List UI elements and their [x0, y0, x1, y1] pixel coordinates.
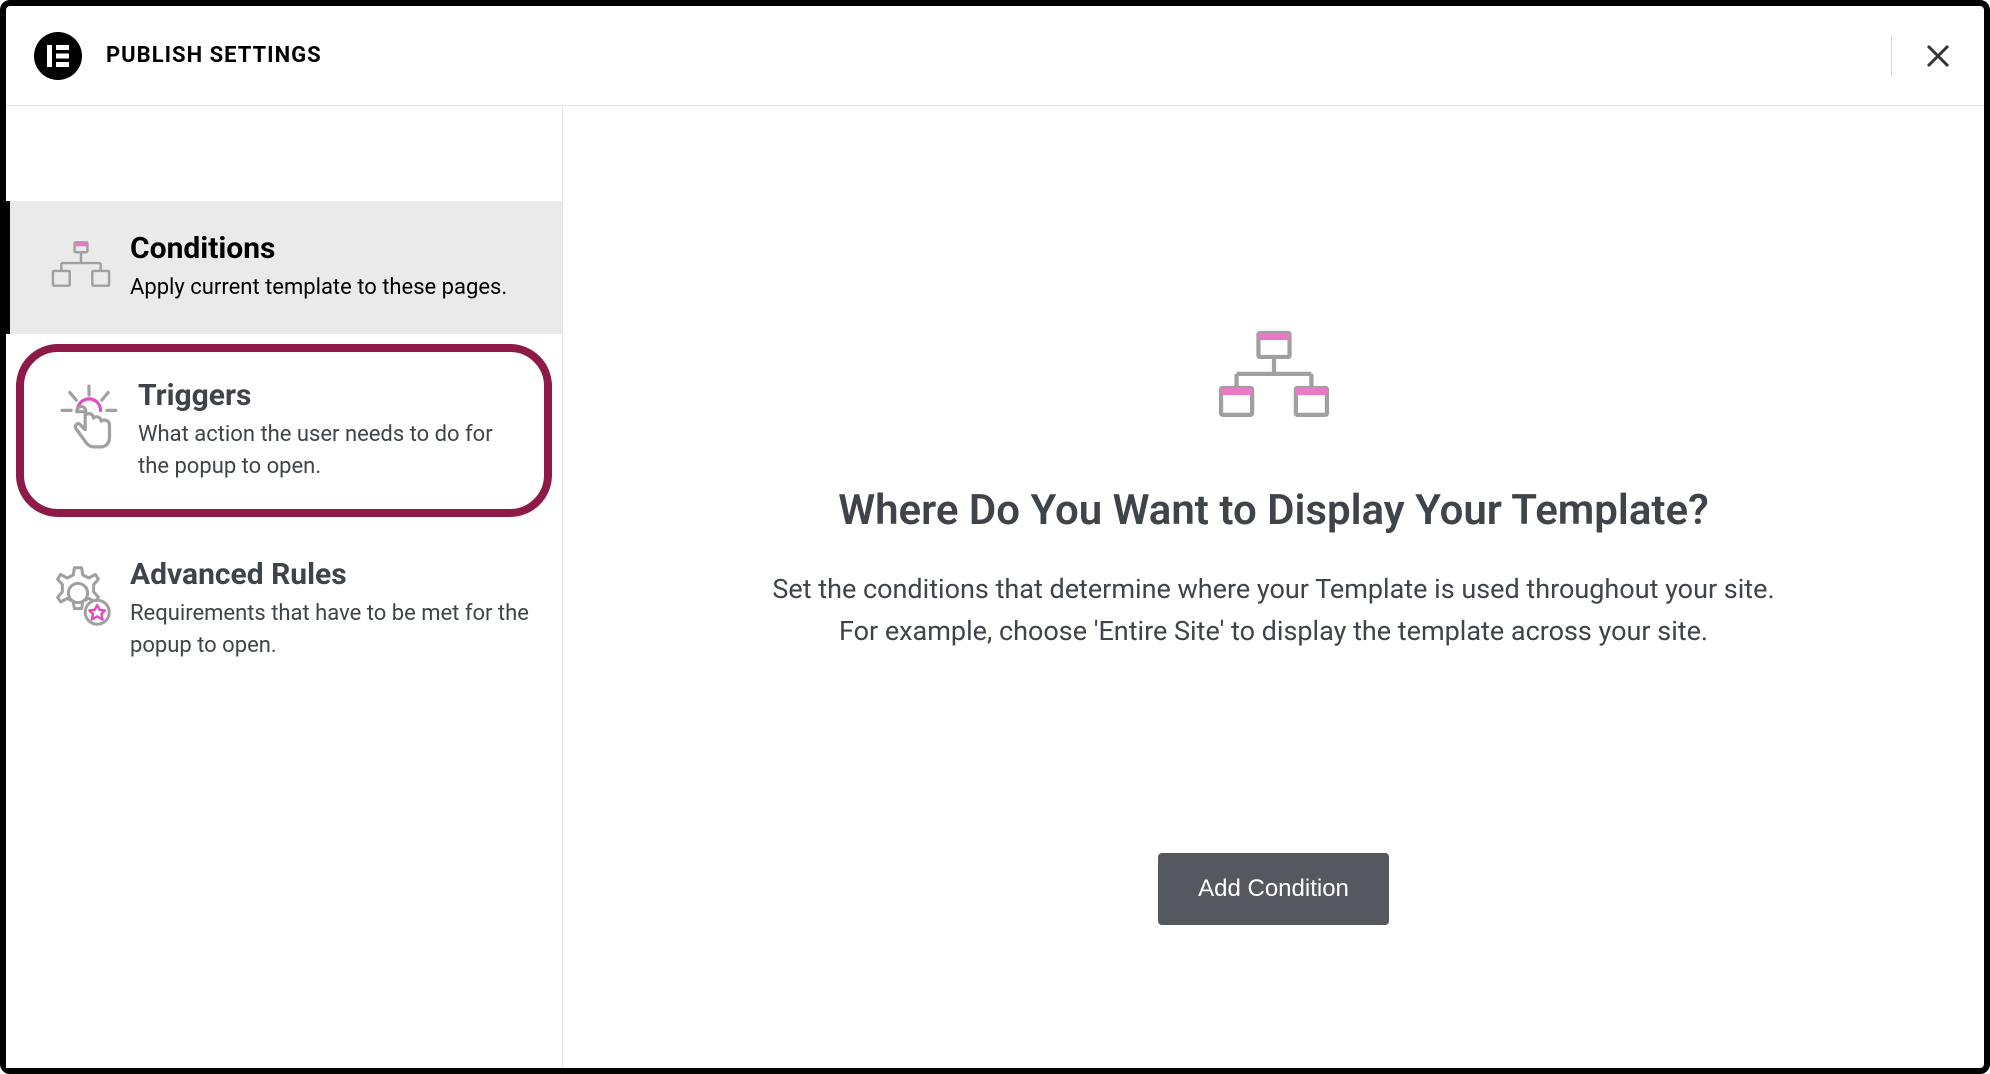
modal-body: Conditions Apply current template to the…: [6, 106, 1984, 1068]
main-description-line2: For example, choose 'Entire Site' to dis…: [839, 615, 1708, 647]
sidebar-item-conditions[interactable]: Conditions Apply current template to the…: [6, 201, 562, 334]
header-divider: [1891, 36, 1892, 76]
add-condition-button[interactable]: Add Condition: [1158, 853, 1389, 925]
main-description: Set the conditions that determine where …: [674, 569, 1874, 653]
close-button[interactable]: [1920, 42, 1956, 70]
main-panel: Where Do You Want to Display Your Templa…: [563, 106, 1984, 1068]
hero-sitemap-icon: [1214, 326, 1334, 426]
triggers-icon: [54, 378, 124, 456]
sidebar: Conditions Apply current template to the…: [6, 106, 563, 1068]
sidebar-item-description: Apply current template to these pages.: [130, 272, 532, 304]
sidebar-item-text: Triggers What action the user needs to d…: [124, 378, 520, 483]
sidebar-item-text: Conditions Apply current template to the…: [116, 231, 532, 304]
advanced-rules-icon: [46, 557, 116, 629]
elementor-logo: [34, 32, 82, 80]
sidebar-item-title: Advanced Rules: [130, 557, 532, 592]
main-description-line1: Set the conditions that determine where …: [772, 573, 1774, 605]
main-heading: Where Do You Want to Display Your Templa…: [623, 486, 1924, 535]
sidebar-item-description: Requirements that have to be met for the…: [130, 598, 532, 662]
sidebar-item-title: Conditions: [130, 231, 532, 266]
header-actions: [1891, 6, 1956, 105]
modal-window: PUBLISH SETTINGS: [0, 0, 1990, 1074]
sidebar-item-text: Advanced Rules Requirements that have to…: [116, 557, 532, 662]
sidebar-item-title: Triggers: [138, 378, 520, 413]
modal-header: PUBLISH SETTINGS: [6, 6, 1984, 106]
sidebar-item-description: What action the user needs to do for the…: [138, 419, 520, 483]
sidebar-item-advanced-rules[interactable]: Advanced Rules Requirements that have to…: [6, 527, 562, 692]
sidebar-item-triggers[interactable]: Triggers What action the user needs to d…: [16, 344, 552, 517]
conditions-icon: [46, 231, 116, 295]
close-icon: [1924, 42, 1952, 70]
modal-title: PUBLISH SETTINGS: [106, 43, 322, 68]
